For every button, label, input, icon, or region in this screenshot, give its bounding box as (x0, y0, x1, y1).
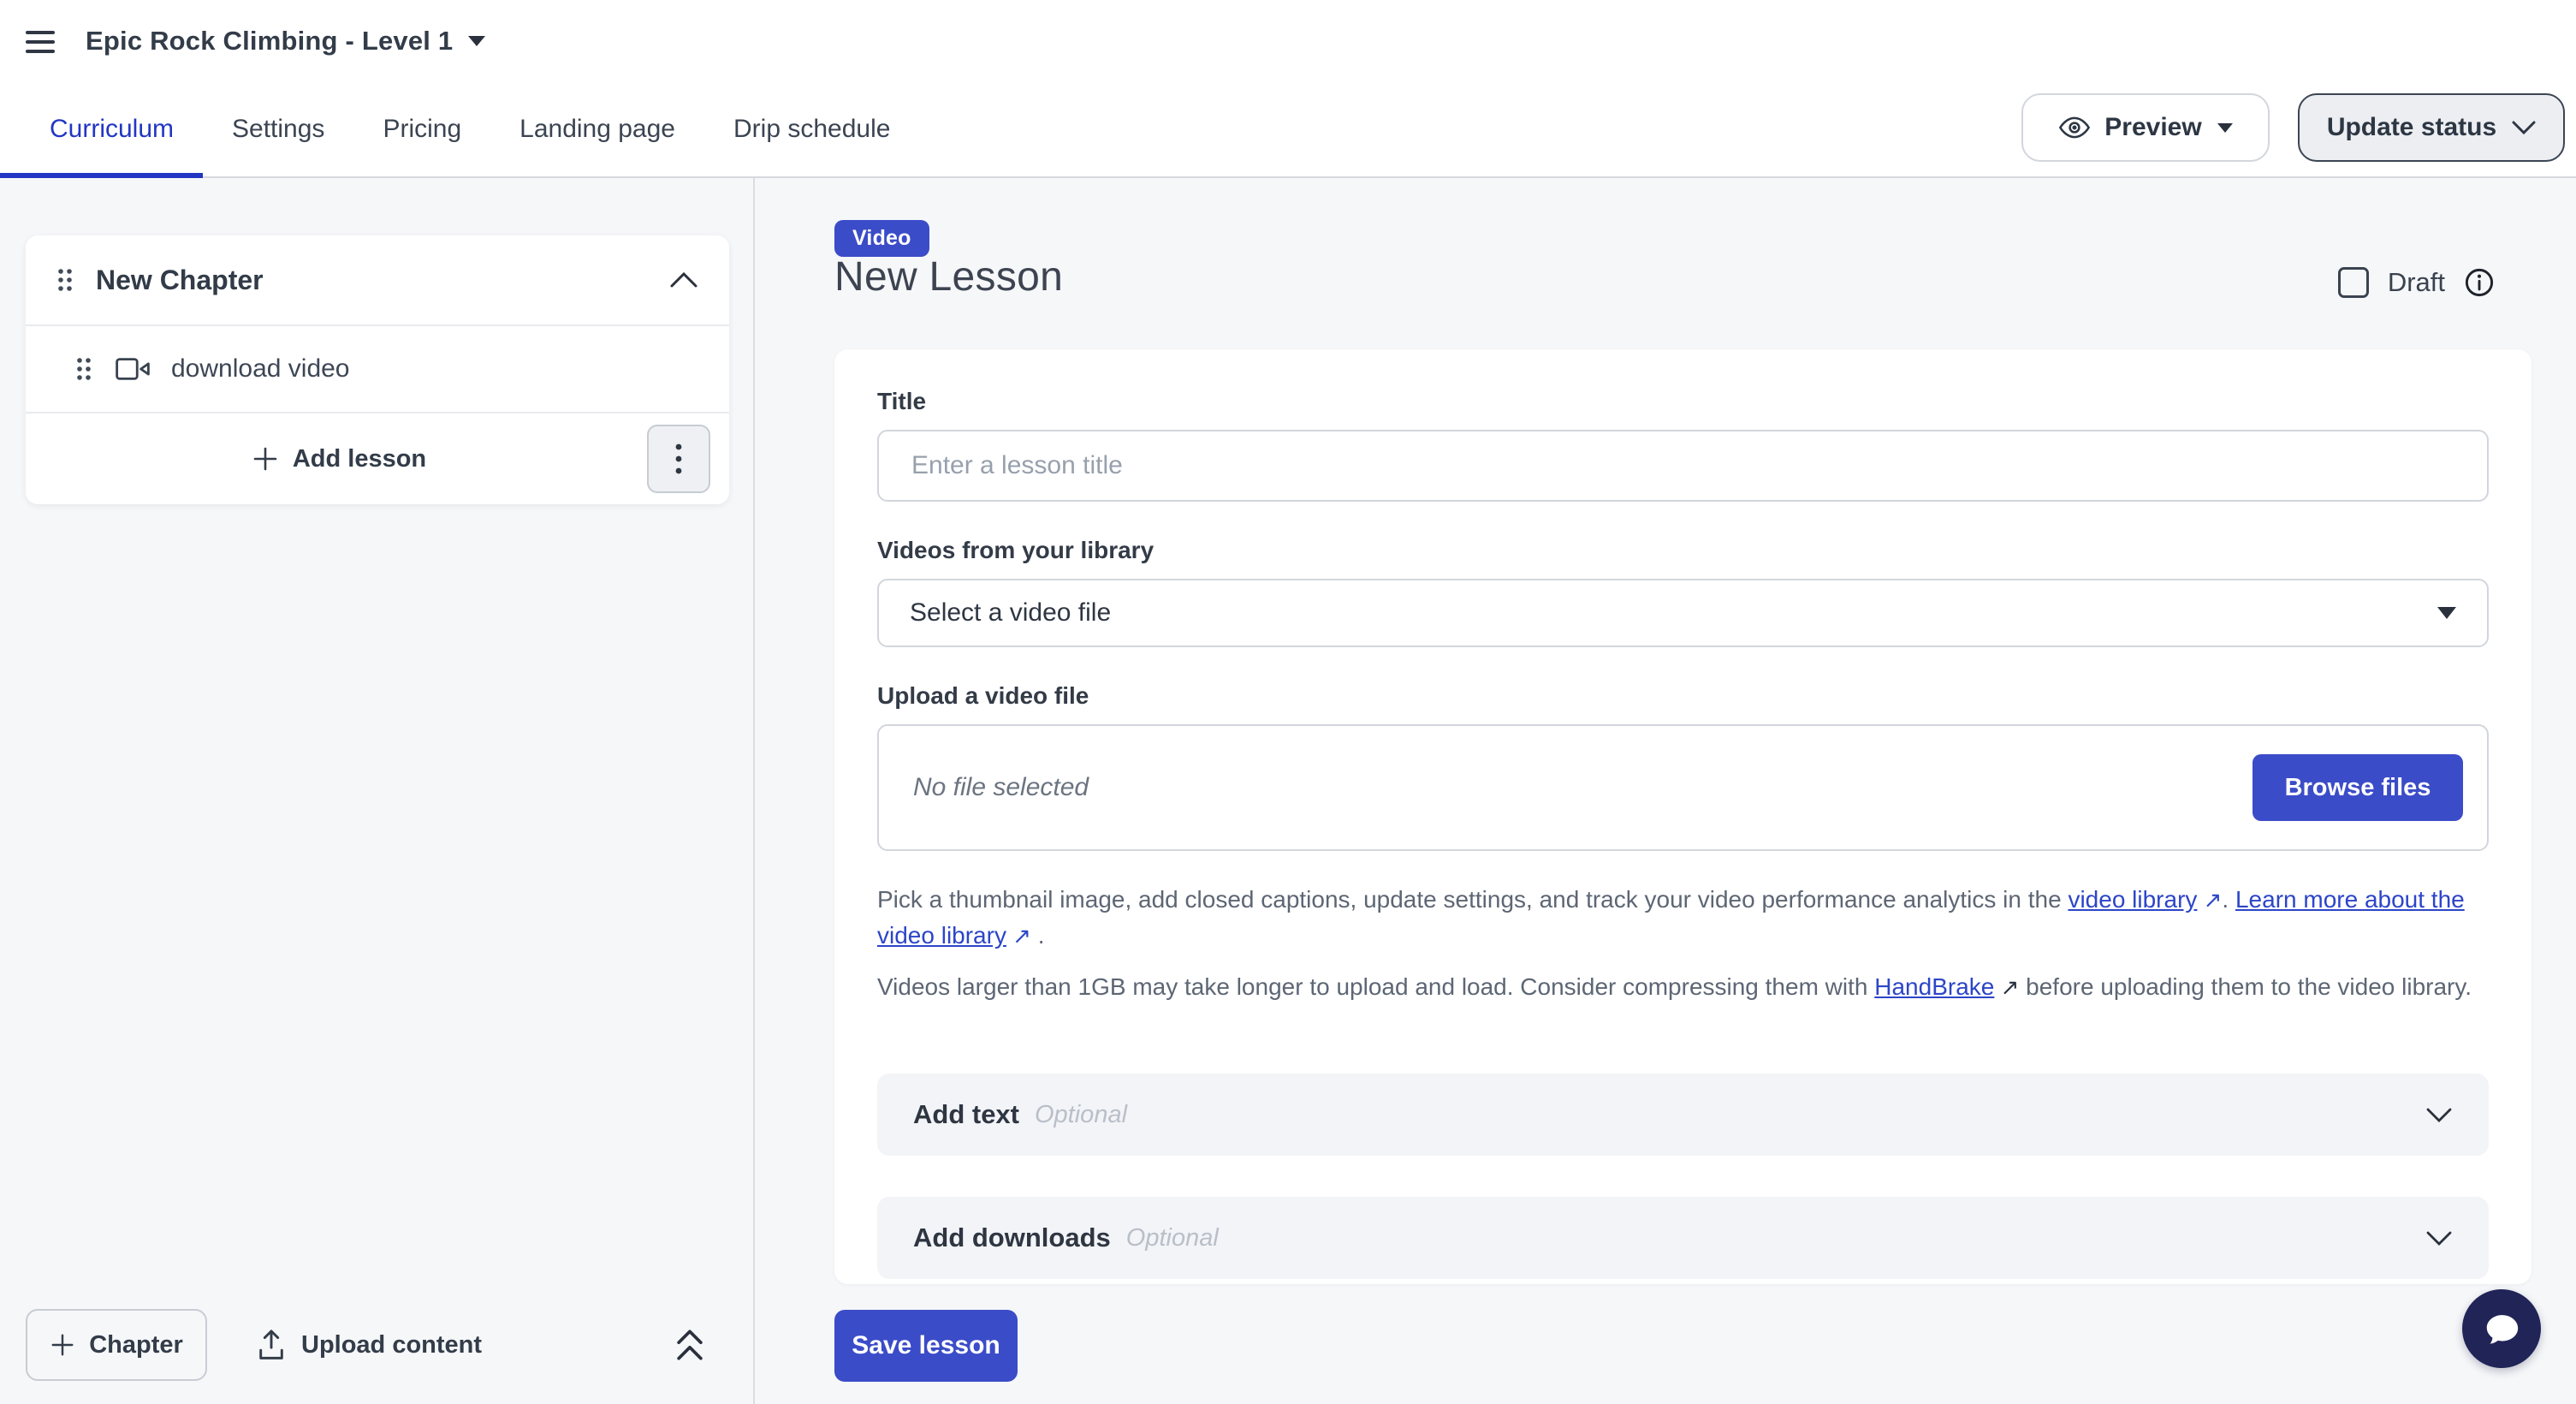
browse-files-button[interactable]: Browse files (2253, 754, 2463, 821)
info-icon[interactable] (2464, 267, 2495, 298)
add-downloads-accordion[interactable]: Add downloads Optional (877, 1197, 2489, 1279)
tab-landing-page[interactable]: Landing page (490, 82, 704, 176)
course-switcher[interactable]: Epic Rock Climbing - Level 1 (86, 26, 485, 57)
page-title: New Lesson (834, 253, 1063, 300)
optional-label: Optional (1126, 1224, 1219, 1252)
sidebar-footer: Chapter Upload content (26, 1309, 727, 1381)
title-field-label: Title (877, 387, 2489, 416)
lesson-item[interactable]: download video (26, 324, 729, 412)
caret-down-icon (2437, 607, 2456, 619)
inline-link[interactable]: video library (2068, 886, 2197, 913)
tab-label: Landing page (519, 115, 675, 144)
caret-down-icon (468, 36, 485, 46)
draft-checkbox[interactable] (2338, 267, 2369, 298)
text-segment: before uploading them to the video libra… (2019, 973, 2472, 1000)
preview-button[interactable]: Preview (2021, 93, 2270, 162)
upload-field-label: Upload a video file (877, 681, 2489, 711)
chat-widget-button[interactable] (2462, 1289, 2541, 1368)
drag-handle-icon[interactable] (75, 356, 92, 382)
kebab-menu-icon (675, 443, 682, 475)
video-camera-icon (115, 355, 151, 383)
chevron-down-icon (2425, 1107, 2453, 1123)
add-lesson-row: Add lesson (26, 412, 729, 504)
topbar: Epic Rock Climbing - Level 1 (0, 0, 2576, 82)
text-segment: ↗ (1006, 923, 1031, 949)
add-text-label: Add text (913, 1099, 1019, 1130)
caret-down-icon (2217, 123, 2233, 133)
draft-label: Draft (2388, 267, 2445, 298)
tab-settings[interactable]: Settings (203, 82, 353, 176)
lesson-form-card: Title Videos from your library Select a … (834, 349, 2531, 1284)
text-segment: . (2222, 886, 2235, 913)
chapter-title: New Chapter (96, 265, 264, 296)
chapter-options-button[interactable] (647, 425, 710, 493)
no-file-text: No file selected (913, 773, 1089, 802)
draft-toggle: Draft (2338, 267, 2495, 298)
hamburger-menu-icon[interactable] (26, 31, 55, 53)
preview-label: Preview (2104, 113, 2201, 142)
optional-label: Optional (1035, 1101, 1127, 1129)
text-segment: . (1031, 922, 1045, 949)
add-lesson-button[interactable]: Add lesson (252, 445, 426, 473)
lesson-title: download video (171, 354, 350, 384)
tab-label: Drip schedule (733, 115, 890, 144)
tab-label: Settings (232, 115, 324, 144)
header-actions: Preview Update status (2021, 93, 2565, 162)
text-segment: ↗ (2197, 887, 2222, 913)
upload-content-label: Upload content (301, 1331, 482, 1359)
add-chapter-button[interactable]: Chapter (26, 1309, 207, 1381)
upload-content-button[interactable]: Upload content (255, 1328, 482, 1362)
update-status-label: Update status (2327, 113, 2496, 142)
tabbar: Curriculum Settings Pricing Landing page… (0, 82, 2576, 178)
text-segment: Pick a thumbnail image, add closed capti… (877, 886, 2068, 913)
lesson-title-input[interactable] (877, 430, 2489, 502)
upload-icon (255, 1328, 288, 1362)
lesson-type-badge: Video (834, 220, 929, 257)
add-lesson-label: Add lesson (293, 445, 426, 473)
text-segment: ↗ (1994, 974, 2019, 1000)
curriculum-sidebar: New Chapter download video (0, 178, 755, 1404)
tab-drip-schedule[interactable]: Drip schedule (704, 82, 919, 176)
update-status-button[interactable]: Update status (2298, 93, 2565, 162)
drag-handle-icon[interactable] (56, 267, 74, 293)
inline-link[interactable]: HandBrake (1874, 973, 1994, 1000)
chevron-down-icon (2425, 1230, 2453, 1246)
tab-label: Curriculum (50, 115, 174, 144)
save-lesson-button[interactable]: Save lesson (834, 1310, 1018, 1382)
text-segment: Videos larger than 1GB may take longer t… (877, 973, 1874, 1000)
chevron-down-icon (2512, 121, 2536, 135)
plus-icon (252, 445, 279, 473)
chapter-header[interactable]: New Chapter (26, 235, 729, 324)
lesson-editor: Video New Lesson Draft Title Videos from… (755, 178, 2576, 1404)
eye-icon (2058, 111, 2091, 144)
select-value: Select a video file (910, 598, 1111, 628)
add-chapter-label: Chapter (89, 1331, 183, 1359)
content-area: New Chapter download video (0, 178, 2576, 1404)
tab-pricing[interactable]: Pricing (353, 82, 490, 176)
course-title: Epic Rock Climbing - Level 1 (86, 26, 453, 57)
video-library-help-text: Pick a thumbnail image, add closed capti… (877, 882, 2489, 954)
plus-icon (50, 1332, 75, 1358)
tab-label: Pricing (383, 115, 461, 144)
tab-curriculum[interactable]: Curriculum (0, 82, 203, 176)
add-text-accordion[interactable]: Add text Optional (877, 1074, 2489, 1156)
chat-bubble-icon (2479, 1306, 2524, 1351)
library-field-label: Videos from your library (877, 536, 2489, 565)
chevron-up-icon[interactable] (669, 271, 698, 289)
collapse-all-button[interactable] (673, 1326, 707, 1364)
video-library-select[interactable]: Select a video file (877, 579, 2489, 647)
double-chevron-up-icon (673, 1326, 707, 1364)
chapter-card: New Chapter download video (26, 235, 729, 504)
add-downloads-label: Add downloads (913, 1223, 1111, 1253)
compression-help-text: Videos larger than 1GB may take longer t… (877, 969, 2489, 1041)
file-upload-dropzone[interactable]: No file selected Browse files (877, 724, 2489, 851)
